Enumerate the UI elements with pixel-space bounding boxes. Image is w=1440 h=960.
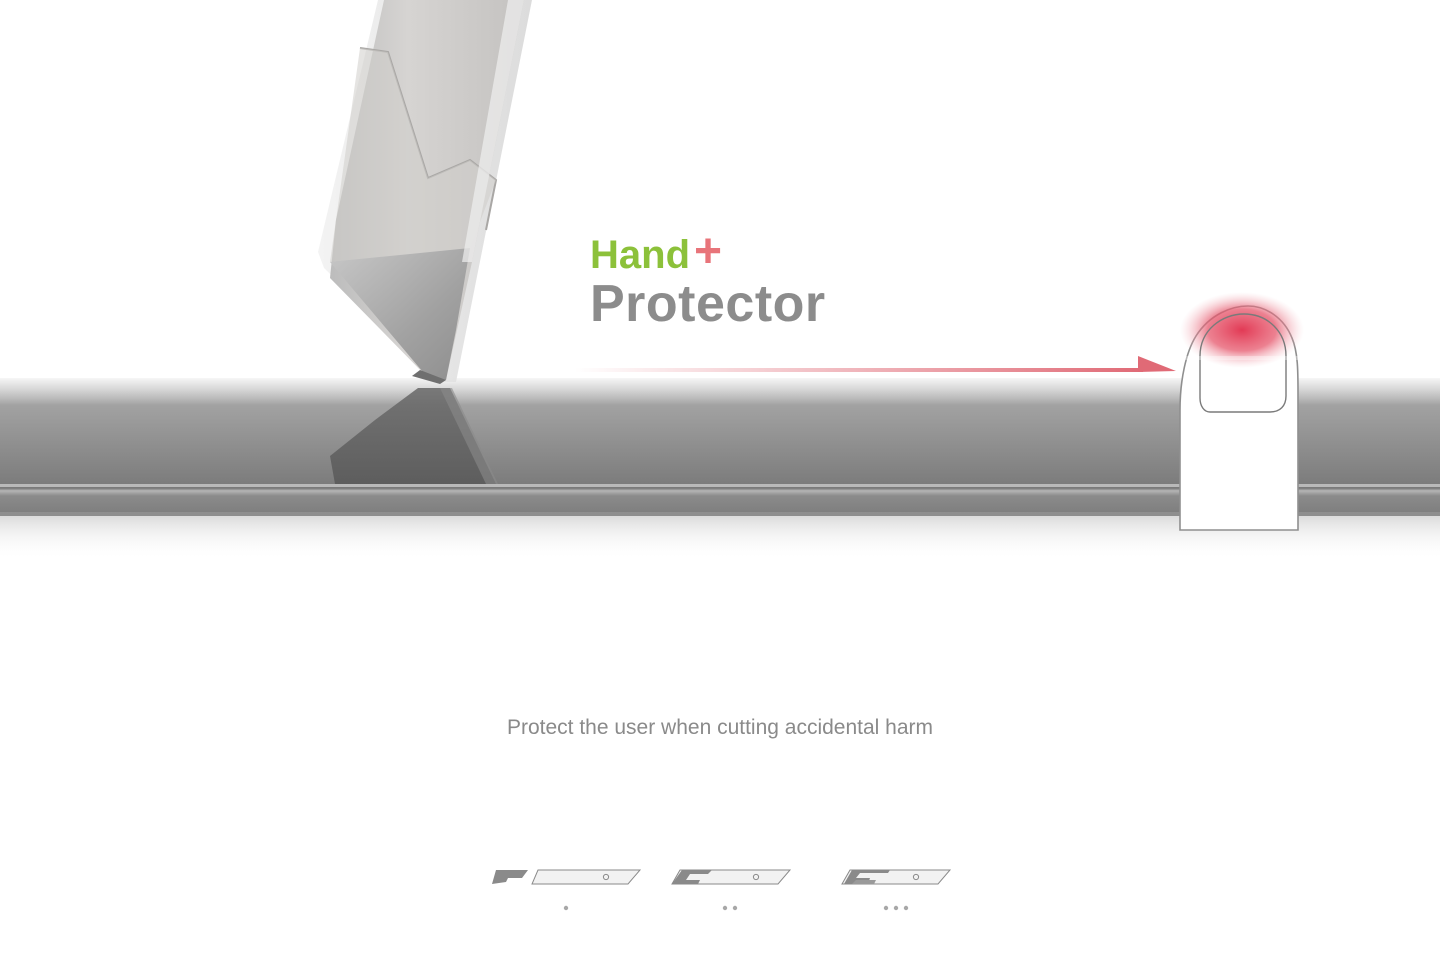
plus-icon: + [694, 225, 723, 278]
cutter-blade-icon [318, 0, 532, 384]
step-dots [563, 905, 909, 911]
step-3-dot [903, 905, 909, 911]
finger-icon [1178, 292, 1304, 531]
step-1-dot [563, 905, 569, 911]
title-protector: Protector [590, 275, 826, 333]
product-title: Hand + Protector [590, 225, 910, 340]
step-1-blade-icon [492, 869, 642, 885]
illustration [0, 0, 1440, 911]
step-2-dot [722, 905, 728, 911]
step-2-dot [732, 905, 738, 911]
title-hand: Hand [590, 232, 690, 277]
step-icons [492, 869, 952, 911]
hand-protector-slide: Hand + Protector Protect the user when c… [0, 0, 1440, 960]
step-3-dot [883, 905, 889, 911]
step-2-blade-icon [671, 869, 792, 885]
caption-text: Protect the user when cutting accidental… [506, 716, 934, 739]
step-3-dot [893, 905, 899, 911]
arrow-right-icon [575, 356, 1176, 372]
title-line-1: Hand + [590, 225, 723, 280]
step-3-blade-icon [841, 869, 952, 885]
